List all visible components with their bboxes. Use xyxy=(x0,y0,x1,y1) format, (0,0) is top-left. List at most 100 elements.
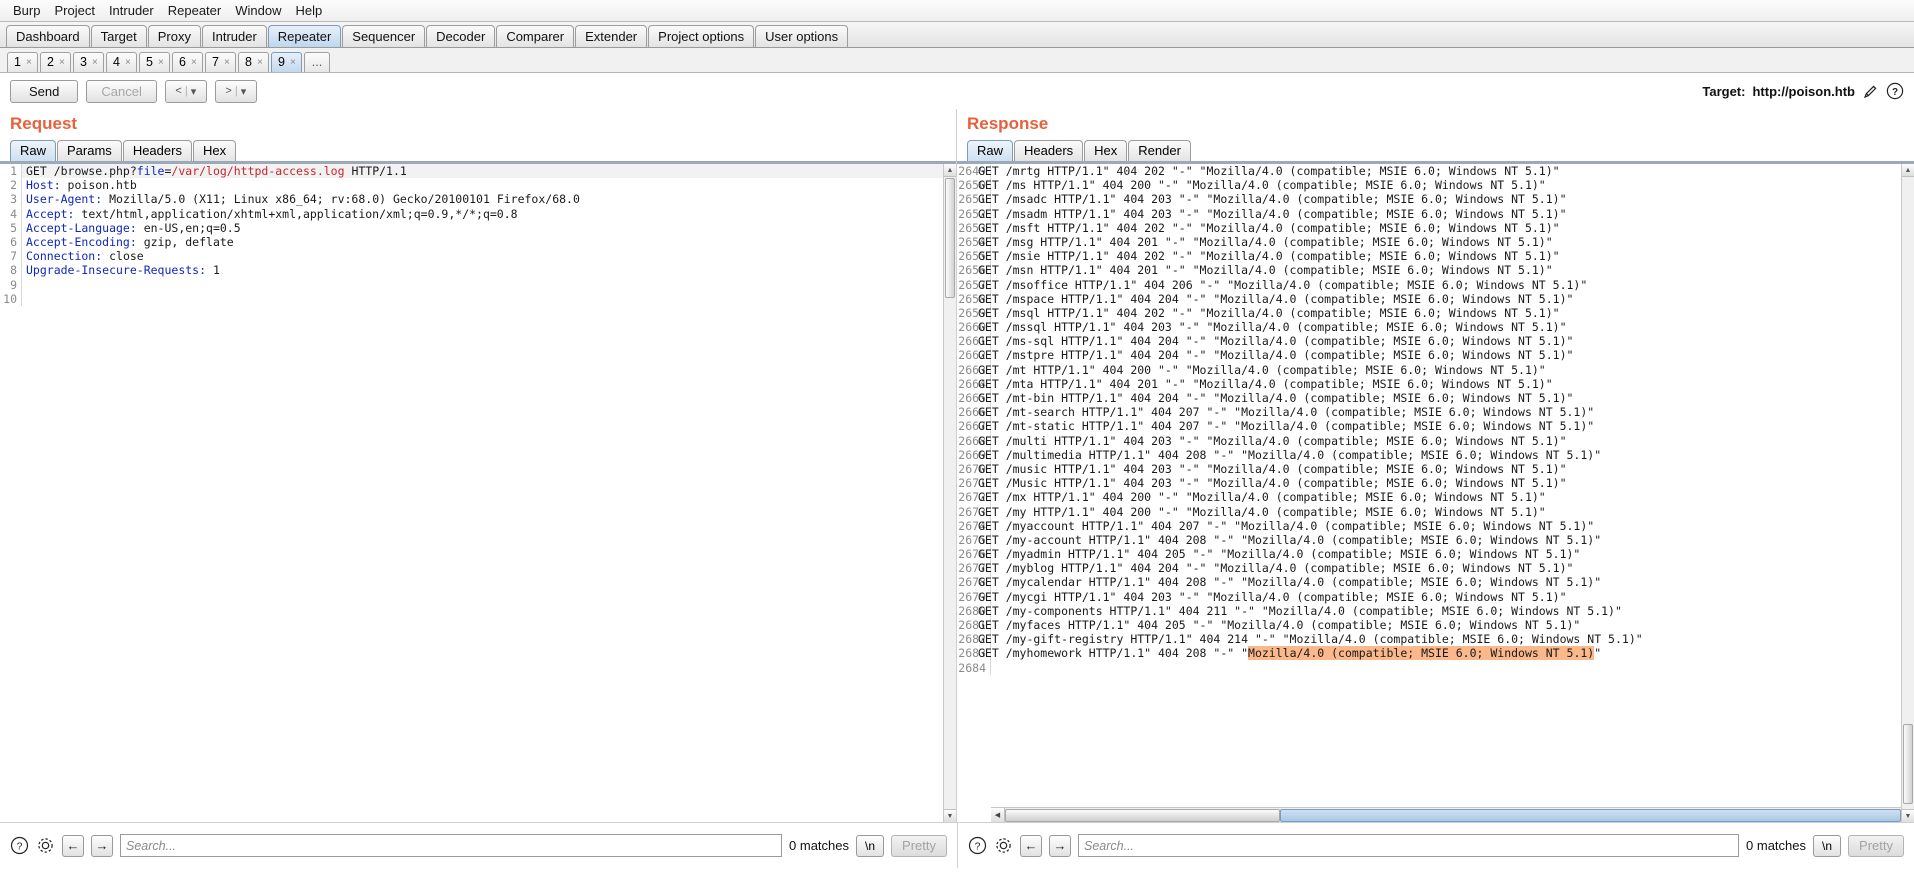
scroll-up-icon[interactable]: ▲ xyxy=(944,164,956,177)
scroll-down-icon[interactable]: ▼ xyxy=(1902,809,1914,822)
response-vertical-scrollbar[interactable]: ▲ ▼ xyxy=(1901,164,1914,822)
tab-dashboard[interactable]: Dashboard xyxy=(6,25,90,47)
line-text: Accept-Language: en-US,en;q=0.5 xyxy=(22,221,241,235)
repeater-tab-overflow[interactable]: ... xyxy=(304,52,330,72)
tab-extender[interactable]: Extender xyxy=(575,25,648,47)
response-line: 2662 GET /mstpre HTTP/1.1" 404 204 "-" "M… xyxy=(957,348,1914,363)
search-next-button[interactable]: → xyxy=(91,834,113,857)
line-text: Accept: text/html,application/xhtml+xml,… xyxy=(22,207,518,221)
svg-text:?: ? xyxy=(975,840,981,852)
close-icon[interactable]: × xyxy=(257,53,263,72)
scroll-thumb[interactable] xyxy=(945,178,955,298)
pretty-button[interactable]: Pretty xyxy=(1848,834,1904,857)
repeater-tab-3[interactable]: 3 × xyxy=(73,52,104,72)
line-text: GET /music HTTP/1.1" 404 203 "-" "Mozill… xyxy=(978,461,1567,476)
repeater-tab-6[interactable]: 6 × xyxy=(172,52,203,72)
resp-subtab-hex[interactable]: Hex xyxy=(1084,140,1128,161)
target-display: Target: http://poison.htb ? xyxy=(1702,82,1904,100)
pencil-icon[interactable] xyxy=(1862,83,1879,100)
search-prev-button[interactable]: ← xyxy=(62,834,84,857)
search-input[interactable] xyxy=(1078,834,1740,857)
menu-item-help[interactable]: Help xyxy=(288,1,329,20)
menu-item-project[interactable]: Project xyxy=(47,1,101,20)
tab-user-options[interactable]: User options xyxy=(755,25,849,47)
scroll-track-left[interactable] xyxy=(1005,808,1280,822)
repeater-tab-7[interactable]: 7 × xyxy=(205,52,236,72)
question-icon[interactable]: ? xyxy=(10,836,29,855)
close-icon[interactable]: × xyxy=(26,53,32,72)
line-text: GET /mstpre HTTP/1.1" 404 204 "-" "Mozil… xyxy=(978,348,1574,363)
question-icon[interactable]: ? xyxy=(968,836,987,855)
request-line: 7 Connection: close xyxy=(0,249,956,264)
scroll-thumb[interactable] xyxy=(1903,724,1913,804)
line-text: User-Agent: Mozilla/5.0 (X11; Linux x86_… xyxy=(22,192,580,206)
send-button[interactable]: Send xyxy=(10,79,79,103)
response-editor[interactable]: 2649 GET /mrtg HTTP/1.1" 404 202 "-" "Moz… xyxy=(957,162,1914,822)
scroll-thumb-horizontal[interactable] xyxy=(1280,808,1901,822)
close-icon[interactable]: × xyxy=(59,53,65,72)
gear-icon[interactable] xyxy=(36,836,55,855)
resp-subtab-render[interactable]: Render xyxy=(1128,140,1191,161)
search-next-button[interactable]: → xyxy=(1049,834,1071,857)
newline-toggle-button[interactable]: \n xyxy=(1813,834,1842,857)
search-prev-button[interactable]: ← xyxy=(1020,834,1042,857)
close-icon[interactable]: × xyxy=(92,53,98,72)
close-icon[interactable]: × xyxy=(158,53,164,72)
response-line: 2650 GET /ms HTTP/1.1" 404 200 "-" "Mozil… xyxy=(957,178,1914,193)
header-value: Mozilla/5.0 (X11; Linux x86_64; rv:68.0)… xyxy=(102,192,580,207)
menu-item-repeater[interactable]: Repeater xyxy=(161,1,228,20)
gear-icon[interactable] xyxy=(994,836,1013,855)
repeater-tab-4[interactable]: 4 × xyxy=(106,52,137,72)
request-vertical-scrollbar[interactable]: ▲ ▼ xyxy=(943,164,956,822)
svg-text:?: ? xyxy=(1892,87,1898,98)
response-line: 2674 GET /myaccount HTTP/1.1" 404 207 "-"… xyxy=(957,518,1914,533)
response-line: 2659 GET /msql HTTP/1.1" 404 202 "-" "Moz… xyxy=(957,305,1914,321)
back-button[interactable]: < | ▾ xyxy=(164,79,207,103)
tab-decoder[interactable]: Decoder xyxy=(426,25,496,47)
question-icon[interactable]: ? xyxy=(1886,82,1904,100)
forward-button[interactable]: > | ▾ xyxy=(214,79,257,103)
newline-toggle-button[interactable]: \n xyxy=(856,834,885,857)
search-input[interactable] xyxy=(120,834,783,857)
scroll-left-icon[interactable]: ◀ xyxy=(991,808,1005,822)
pretty-button[interactable]: Pretty xyxy=(891,834,947,857)
repeater-tab-8[interactable]: 8 × xyxy=(238,52,269,72)
close-icon[interactable]: × xyxy=(290,53,296,72)
req-subtab-hex[interactable]: Hex xyxy=(192,140,237,161)
scroll-up-icon[interactable]: ▲ xyxy=(1902,164,1914,177)
line-text: GET /mrtg HTTP/1.1" 404 202 "-" "Mozilla… xyxy=(978,164,1560,178)
tab-sequencer[interactable]: Sequencer xyxy=(342,25,426,47)
response-line: 2673 GET /my HTTP/1.1" 404 200 "-" "Mozil… xyxy=(957,504,1914,519)
menu-item-window[interactable]: Window xyxy=(228,1,288,20)
tab-project-options[interactable]: Project options xyxy=(648,25,755,47)
resp-subtab-headers[interactable]: Headers xyxy=(1014,140,1084,161)
scroll-down-icon[interactable]: ▼ xyxy=(944,809,956,822)
repeater-tab-1[interactable]: 1 × xyxy=(7,52,38,72)
req-subtab-headers[interactable]: Headers xyxy=(122,140,192,161)
tab-comparer[interactable]: Comparer xyxy=(496,25,575,47)
close-icon[interactable]: × xyxy=(125,53,131,72)
line-text: GET /msql HTTP/1.1" 404 202 "-" "Mozilla… xyxy=(978,305,1560,320)
close-icon[interactable]: × xyxy=(191,53,197,72)
response-horizontal-scrollbar[interactable]: ◀ xyxy=(991,807,1901,822)
tab-repeater[interactable]: Repeater xyxy=(267,25,342,47)
menu-item-burp[interactable]: Burp xyxy=(6,1,47,20)
repeater-tab-9[interactable]: 9 × xyxy=(271,52,302,72)
cancel-button: Cancel xyxy=(86,79,157,103)
header-value: close xyxy=(102,249,144,264)
tab-proxy[interactable]: Proxy xyxy=(147,25,201,47)
response-pane: Response Raw Headers Hex Render 2649 GET /mr… xyxy=(957,109,1914,822)
response-line: 2678 GET /mycalendar HTTP/1.1" 404 208 "-… xyxy=(957,575,1914,590)
line-number: 5 xyxy=(0,220,22,235)
req-subtab-params[interactable]: Params xyxy=(57,140,122,161)
close-icon[interactable]: × xyxy=(224,53,230,72)
repeater-tab-2[interactable]: 2 × xyxy=(40,52,71,72)
resp-subtab-raw[interactable]: Raw xyxy=(967,140,1014,161)
repeater-tab-5[interactable]: 5 × xyxy=(139,52,170,72)
request-editor[interactable]: 1 GET /browse.php?file=/var/log/httpd-acc… xyxy=(0,162,956,822)
repeater-tab-label: 5 xyxy=(146,55,153,69)
tab-target[interactable]: Target xyxy=(90,25,147,47)
req-subtab-raw[interactable]: Raw xyxy=(10,140,57,161)
tab-intruder[interactable]: Intruder xyxy=(201,25,267,47)
menu-item-intruder[interactable]: Intruder xyxy=(102,1,161,20)
